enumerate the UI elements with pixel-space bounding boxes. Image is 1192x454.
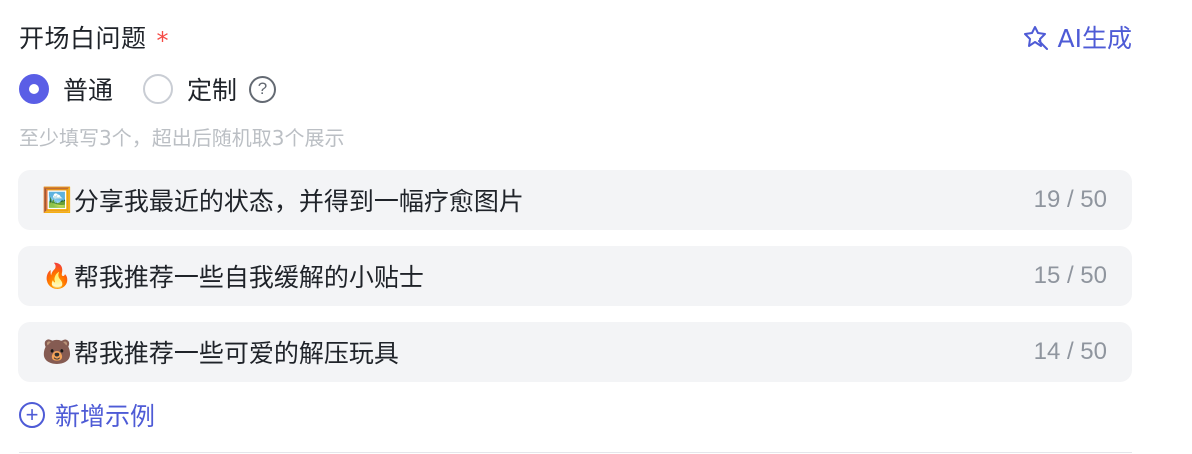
char-counter: 14 / 50 — [1033, 338, 1107, 365]
char-counter: 19 / 50 — [1033, 186, 1107, 213]
example-item[interactable]: 🐻 帮我推荐一些可爱的解压玩具 14 / 50 — [18, 322, 1132, 382]
magic-wand-icon — [1023, 26, 1048, 50]
radio-label-normal: 普通 — [63, 76, 114, 105]
example-text: 帮我推荐一些自我缓解的小贴士 — [73, 263, 424, 292]
example-text-group: 🐻 帮我推荐一些可爱的解压玩具 — [42, 334, 399, 370]
ai-generate-button[interactable]: AI生成 — [1023, 19, 1132, 55]
ai-generate-label: AI生成 — [1057, 24, 1132, 53]
example-list: 🖼️ 分享我最近的状态，并得到一幅疗愈图片 19 / 50 🔥 帮我推荐一些自我… — [18, 170, 1132, 398]
add-example-button[interactable]: + 新增示例 — [19, 396, 155, 434]
radio-label-custom: 定制 — [187, 76, 238, 105]
char-counter: 15 / 50 — [1033, 262, 1107, 289]
field-header: 开场白问题 * AI生成 — [19, 16, 1132, 58]
example-text: 帮我推荐一些可爱的解压玩具 — [73, 339, 399, 368]
bear-icon: 🐻 — [42, 338, 72, 366]
fire-icon: 🔥 — [42, 262, 72, 290]
example-text-group: 🔥 帮我推荐一些自我缓解的小贴士 — [42, 258, 424, 294]
add-example-label: 新增示例 — [55, 402, 156, 431]
example-item[interactable]: 🖼️ 分享我最近的状态，并得到一幅疗愈图片 19 / 50 — [18, 170, 1132, 230]
example-text-group: 🖼️ 分享我最近的状态，并得到一幅疗愈图片 — [42, 182, 524, 218]
field-title: 开场白问题 — [19, 24, 147, 53]
radio-checked-icon[interactable] — [19, 74, 49, 104]
hint-text: 至少填写3个，超出后随机取3个展示 — [19, 126, 345, 150]
help-icon[interactable]: ? — [249, 75, 277, 103]
radio-option-normal[interactable]: 普通 — [19, 71, 113, 107]
radio-unchecked-icon[interactable] — [143, 74, 174, 104]
plus-circle-icon: + — [19, 402, 45, 428]
picture-icon: 🖼️ — [42, 186, 72, 214]
example-item[interactable]: 🔥 帮我推荐一些自我缓解的小贴士 15 / 50 — [18, 246, 1132, 306]
required-mark: * — [156, 27, 169, 55]
field-title-group: 开场白问题 * — [19, 19, 169, 55]
mode-radio-group: 普通 定制 ? — [19, 70, 277, 108]
divider — [19, 452, 1132, 453]
example-text: 分享我最近的状态，并得到一幅疗愈图片 — [73, 187, 524, 216]
radio-option-custom[interactable]: 定制 — [143, 71, 237, 107]
